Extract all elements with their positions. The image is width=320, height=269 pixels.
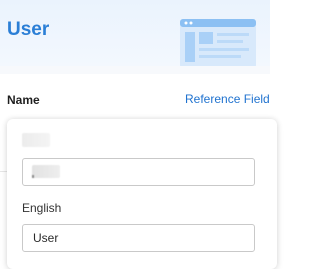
- page-title: User: [7, 19, 50, 40]
- page-header: User: [0, 0, 270, 66]
- header-divider: [0, 66, 270, 74]
- left-panel-edge: [0, 119, 7, 264]
- default-language-value-blurred: [32, 165, 60, 178]
- name-field-label: Name: [7, 93, 40, 107]
- default-language-label: [22, 133, 50, 147]
- translation-popup: English: [7, 119, 277, 269]
- left-panel-divider: [0, 171, 7, 172]
- form-document-icon: [180, 19, 258, 66]
- reference-field-link[interactable]: Reference Field: [185, 91, 270, 107]
- english-translation-input[interactable]: [22, 224, 255, 252]
- english-language-label: English: [22, 201, 62, 215]
